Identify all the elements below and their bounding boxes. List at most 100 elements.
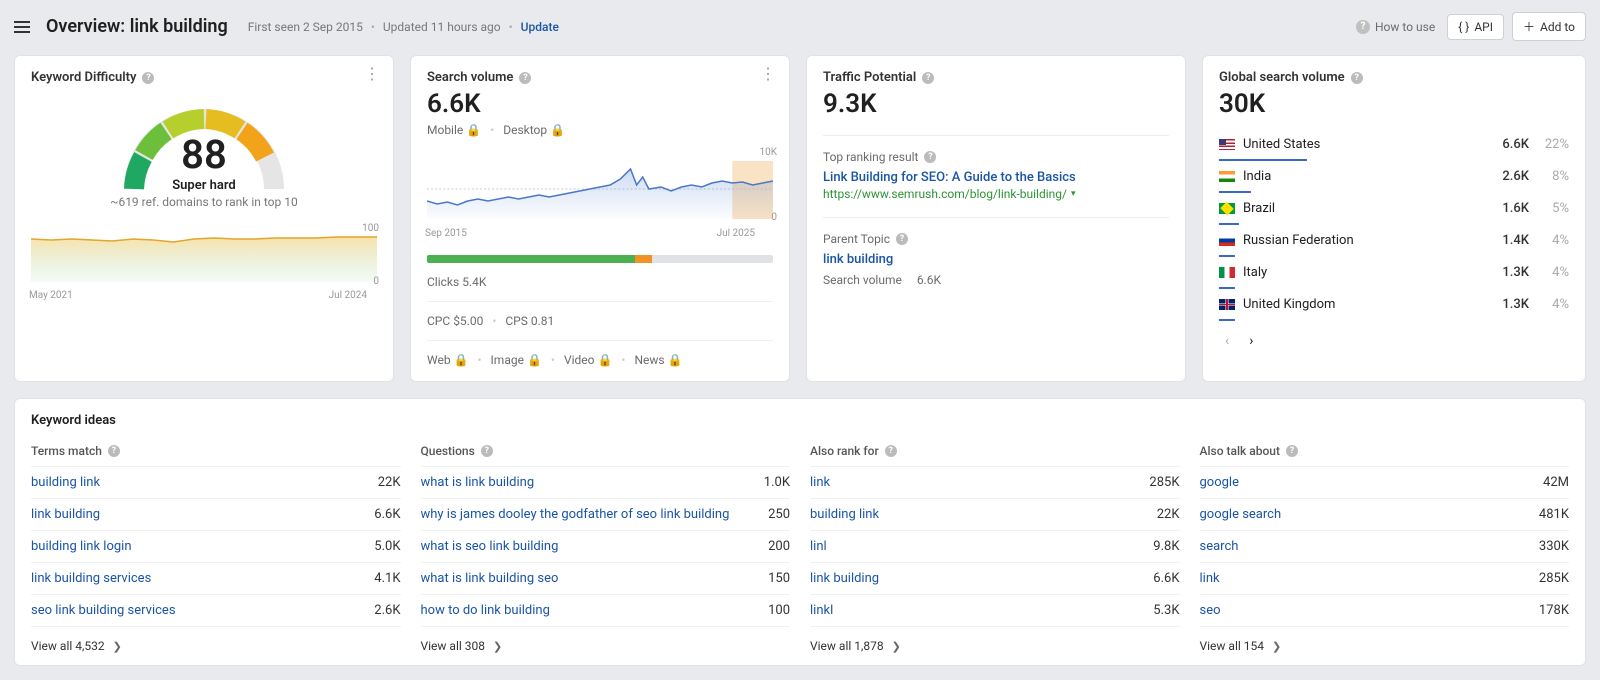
keyword-value: 1.0K	[764, 475, 790, 490]
chevron-right-icon: ❯	[113, 640, 122, 653]
keyword-value: 5.3K	[1153, 603, 1179, 618]
keyword-link[interactable]: google	[1200, 475, 1239, 490]
more-menu-icon[interactable]: ⋮	[760, 66, 777, 82]
help-icon[interactable]: ?	[519, 72, 531, 84]
flag-icon	[1219, 203, 1235, 214]
country-row[interactable]: United States6.6K22%	[1219, 129, 1569, 159]
view-all-link[interactable]: View all 4,532 ❯	[31, 626, 401, 655]
keyword-value: 42M	[1543, 475, 1569, 490]
idea-row: link 285K	[810, 466, 1180, 498]
keyword-link[interactable]: what is seo link building	[421, 539, 559, 554]
keyword-link[interactable]: seo	[1200, 603, 1221, 618]
idea-row: search330K	[1200, 530, 1570, 562]
ideas-column-header: Questions ?	[421, 444, 791, 466]
keyword-link[interactable]: link building	[810, 571, 879, 586]
idea-row: what is seo link building200	[421, 530, 791, 562]
global-volume-value: 30K	[1219, 89, 1569, 119]
view-all-link[interactable]: View all 1,878 ❯	[810, 626, 1180, 655]
keyword-link[interactable]: what is link building	[421, 475, 535, 490]
country-row[interactable]: Brazil1.6K5%	[1219, 193, 1569, 223]
keyword-link[interactable]: link	[1200, 571, 1220, 586]
add-to-button[interactable]: ＋ Add to	[1512, 12, 1586, 41]
keyword-link[interactable]: seo link building services	[31, 603, 176, 618]
country-name: United Kingdom	[1243, 297, 1494, 312]
search-volume-value: 6.6K	[427, 89, 773, 119]
card-keyword-difficulty: Keyword Difficulty ? ⋮ 88 Super hard ~61…	[14, 55, 394, 382]
country-value: 1.4K	[1502, 233, 1529, 248]
axis-label: Sep 2015	[425, 228, 467, 239]
keyword-link[interactable]: link building services	[31, 571, 151, 586]
country-row[interactable]: India 2.6K 8%	[1219, 161, 1569, 191]
view-all-link[interactable]: View all 308 ❯	[421, 626, 791, 655]
help-icon[interactable]: ?	[108, 445, 120, 457]
country-row[interactable]: United Kingdom1.3K4%	[1219, 289, 1569, 319]
keyword-value: 285K	[1149, 475, 1179, 490]
api-button[interactable]: { } API	[1447, 14, 1504, 40]
country-bar	[1219, 319, 1235, 321]
keyword-link[interactable]: building link	[810, 507, 879, 522]
menu-icon[interactable]	[8, 15, 36, 39]
help-icon[interactable]: ?	[922, 72, 934, 84]
keyword-link[interactable]: link building	[31, 507, 100, 522]
idea-row: google 42M	[1200, 466, 1570, 498]
card-title: Global search volume	[1219, 70, 1345, 85]
top-result-title-link[interactable]: Link Building for SEO: A Guide to the Ba…	[823, 170, 1169, 185]
keyword-link[interactable]: building link	[31, 475, 100, 490]
country-pct: 8%	[1537, 169, 1569, 184]
update-link[interactable]: Update	[521, 20, 559, 34]
keyword-link[interactable]: linkl	[810, 603, 833, 618]
country-name: Italy	[1243, 265, 1494, 280]
help-icon[interactable]: ?	[481, 445, 493, 457]
card-global-volume: Global search volume ? 30K United States…	[1202, 55, 1586, 382]
cps-value: 0.81	[531, 314, 554, 328]
prev-page-icon[interactable]: ‹	[1225, 333, 1229, 349]
lock-icon: 🔒	[668, 353, 683, 367]
idea-row: seo link building services2.6K	[31, 594, 401, 626]
keyword-link[interactable]: search	[1200, 539, 1239, 554]
help-icon[interactable]: ?	[142, 72, 154, 84]
clicks-value: 5.4K	[462, 275, 486, 289]
help-icon[interactable]: ?	[1351, 72, 1363, 84]
idea-row: google search481K	[1200, 498, 1570, 530]
keyword-link[interactable]: link	[810, 475, 830, 490]
country-value: 2.6K	[1502, 169, 1529, 184]
axis-label: 100	[362, 223, 379, 234]
idea-row: link building6.6K	[31, 498, 401, 530]
keyword-value: 4.1K	[374, 571, 400, 586]
keyword-value: 150	[768, 571, 790, 586]
idea-row: seo178K	[1200, 594, 1570, 626]
card-title: Keyword Difficulty	[31, 70, 136, 85]
keyword-link[interactable]: why is james dooley the godfather of seo…	[421, 507, 730, 522]
help-icon[interactable]: ?	[924, 151, 936, 163]
idea-row: what is link building 1.0K	[421, 466, 791, 498]
ideas-column-header: Also talk about ?	[1200, 444, 1570, 466]
country-name: India	[1243, 169, 1494, 184]
how-to-use-link[interactable]: ? How to use	[1356, 20, 1435, 34]
keyword-link[interactable]: what is link building seo	[421, 571, 559, 586]
keyword-link[interactable]: google search	[1200, 507, 1282, 522]
keyword-link[interactable]: how to do link building	[421, 603, 550, 618]
parent-topic-link[interactable]: link building	[823, 252, 1169, 267]
help-icon[interactable]: ?	[1286, 445, 1298, 457]
axis-label: 10K	[759, 147, 777, 158]
country-pct: 22%	[1537, 137, 1569, 152]
more-menu-icon[interactable]: ⋮	[364, 66, 381, 82]
help-icon[interactable]: ?	[885, 445, 897, 457]
traffic-potential-value: 9.3K	[823, 89, 1169, 119]
ideas-column-header: Terms match ?	[31, 444, 401, 466]
view-all-link[interactable]: View all 154 ❯	[1200, 626, 1570, 655]
country-row[interactable]: Italy1.3K4%	[1219, 257, 1569, 287]
help-icon[interactable]: ?	[896, 233, 908, 245]
axis-label: 0	[771, 212, 777, 223]
cpc-value: $5.00	[453, 314, 483, 328]
country-row[interactable]: Russian Federation1.4K4%	[1219, 225, 1569, 255]
keyword-link[interactable]: building link login	[31, 539, 132, 554]
keyword-value: 5.0K	[374, 539, 400, 554]
keyword-link[interactable]: linl	[810, 539, 827, 554]
next-page-icon[interactable]: ›	[1249, 333, 1253, 349]
keyword-value: 6.6K	[1153, 571, 1179, 586]
idea-row: why is james dooley the godfather of seo…	[421, 498, 791, 530]
country-name: United States	[1243, 137, 1494, 152]
parent-topic-label: Parent Topic	[823, 232, 890, 246]
top-result-url-link[interactable]: https://www.semrush.com/blog/link-buildi…	[823, 187, 1169, 201]
